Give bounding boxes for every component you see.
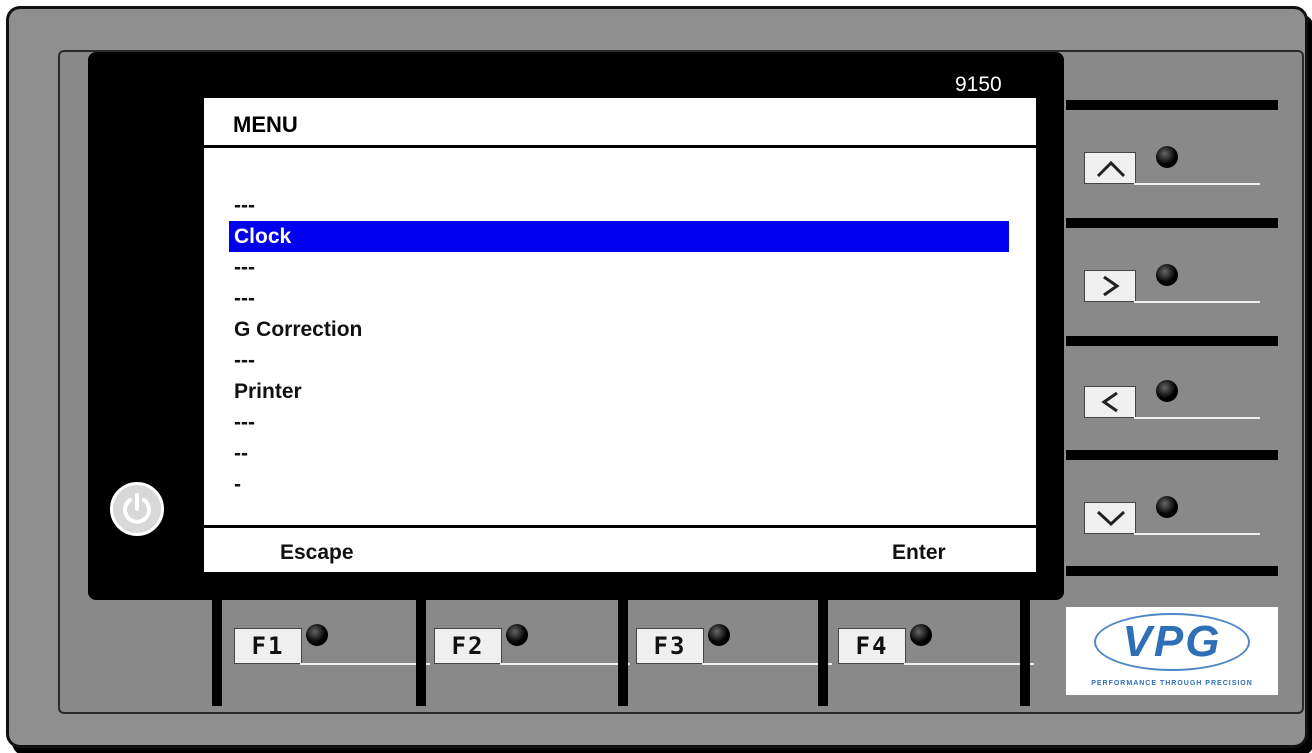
chevron-down-icon [1096, 510, 1126, 527]
logo-tagline: PERFORMANCE THROUGH PRECISION [1091, 680, 1253, 687]
f1-led-indicator [306, 624, 328, 646]
vpg-logo: VPG PERFORMANCE THROUGH PRECISION [1066, 607, 1278, 695]
up-led-indicator [1156, 146, 1178, 168]
f4-button[interactable]: F4 [838, 624, 1034, 670]
f3-led-indicator [708, 624, 730, 646]
enter-softkey-label: Enter [892, 541, 946, 564]
f1-button[interactable]: F1 [234, 624, 430, 670]
menu-item-clock[interactable]: Clock [229, 221, 1009, 252]
nav-divider [1066, 336, 1278, 346]
f4-key-label: F4 [838, 628, 906, 664]
menu-item[interactable]: - [229, 469, 1009, 500]
down-button[interactable] [1084, 496, 1260, 540]
function-key-panel: F1 F2 F3 F4 [212, 600, 1052, 706]
up-key-face [1084, 152, 1136, 184]
key-underline [702, 663, 832, 665]
key-underline [1134, 301, 1260, 303]
menu-title: MENU [233, 112, 298, 137]
escape-softkey-label: Escape [280, 541, 354, 564]
nav-divider [1066, 218, 1278, 228]
key-underline [300, 663, 430, 665]
f2-button[interactable]: F2 [434, 624, 630, 670]
fkey-divider [416, 600, 426, 706]
down-key-face [1084, 502, 1136, 534]
chevron-right-icon [1103, 275, 1120, 297]
model-label: 9150 [955, 73, 1002, 96]
key-underline [904, 663, 1034, 665]
menu-item[interactable]: --- [229, 190, 1009, 221]
nav-divider [1066, 450, 1278, 460]
menu-item-printer[interactable]: Printer [229, 376, 1009, 407]
left-led-indicator [1156, 380, 1178, 402]
f4-led-indicator [910, 624, 932, 646]
f3-key-label: F3 [636, 628, 704, 664]
up-button[interactable] [1084, 146, 1260, 190]
fkey-divider [1020, 600, 1030, 706]
f1-key-label: F1 [234, 628, 302, 664]
key-underline [500, 663, 630, 665]
menu-item[interactable]: --- [229, 345, 1009, 376]
f3-button[interactable]: F3 [636, 624, 832, 670]
menu-item-g-correction[interactable]: G Correction [229, 314, 1009, 345]
key-underline [1134, 417, 1260, 419]
fkey-divider [818, 600, 828, 706]
nav-divider [1066, 566, 1278, 576]
footer-divider [204, 525, 1036, 528]
menu-item[interactable]: -- [229, 438, 1009, 469]
down-led-indicator [1156, 496, 1178, 518]
f2-key-label: F2 [434, 628, 502, 664]
left-key-face [1084, 386, 1136, 418]
title-divider [204, 145, 1036, 148]
menu-item[interactable]: --- [229, 283, 1009, 314]
left-button[interactable] [1084, 380, 1260, 424]
fkey-divider [618, 600, 628, 706]
nav-divider [1066, 100, 1278, 110]
key-underline [1134, 183, 1260, 185]
menu-list: --- Clock --- --- G Correction --- Print… [229, 190, 1009, 500]
nav-key-panel [1066, 100, 1278, 580]
power-button[interactable] [110, 482, 164, 536]
key-underline [1134, 533, 1260, 535]
chevron-left-icon [1101, 391, 1118, 413]
right-button[interactable] [1084, 264, 1260, 308]
right-led-indicator [1156, 264, 1178, 286]
menu-item[interactable]: --- [229, 252, 1009, 283]
menu-item[interactable]: --- [229, 407, 1009, 438]
power-icon [123, 493, 151, 524]
fkey-divider [212, 600, 222, 706]
lcd-display: MENU --- Clock --- --- G Correction --- … [204, 98, 1036, 572]
chevron-up-icon [1096, 160, 1126, 178]
right-key-face [1084, 270, 1136, 302]
f2-led-indicator [506, 624, 528, 646]
logo-brand: VPG [1122, 617, 1222, 666]
